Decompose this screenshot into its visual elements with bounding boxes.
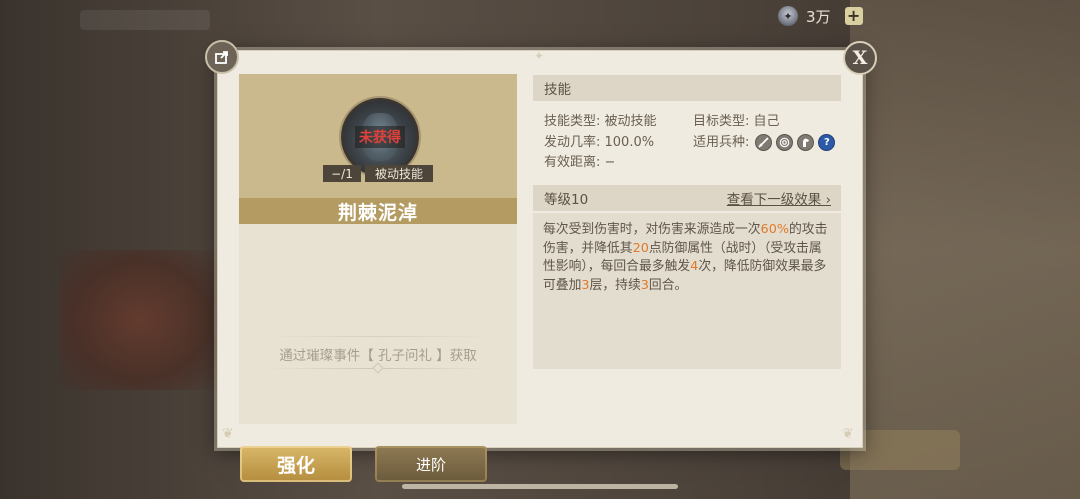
share-icon <box>215 51 228 64</box>
skill-card-header: 未获得 −/1 被动技能 <box>239 74 517 198</box>
sword-icon[interactable] <box>755 134 773 152</box>
divider <box>267 336 489 337</box>
trigger-rate: 发动几率: 100.0% <box>544 134 655 150</box>
strengthen-button[interactable]: 强化 <box>240 446 352 482</box>
description-text: 每次受到伤害时，对伤害来源造成一次 <box>543 222 761 237</box>
advance-button[interactable]: 进阶 <box>375 446 487 482</box>
effective-range: 有效距离: − <box>544 155 616 170</box>
home-indicator[interactable] <box>402 484 678 489</box>
target-type: 目标类型: 自己 <box>693 114 780 129</box>
background-title <box>80 10 210 30</box>
diamond-ornament-icon <box>372 362 384 374</box>
highlight-value: 20 <box>632 240 649 256</box>
next-level-link[interactable]: 查看下一级效果 › <box>727 188 831 208</box>
info-row: 有效距离: − <box>544 153 844 174</box>
horse-icon[interactable] <box>797 134 815 152</box>
description-text: 层，持续 <box>589 277 641 293</box>
corner-ornament-icon: ❦ <box>222 426 234 442</box>
skill-section-header: 技能 <box>533 75 841 101</box>
description-text: 回合。 <box>648 277 688 293</box>
highlight-value: 60% <box>760 222 789 237</box>
corner-ornament-icon: ❦ <box>842 426 854 442</box>
skill-type: 技能类型: 被动技能 <box>544 114 657 129</box>
skill-card: 未获得 −/1 被动技能 荆棘泥淖 通过璀璨事件【 孔子问礼 】获取 <box>239 74 517 424</box>
info-row: 技能类型: 被动技能 目标类型: 自己 <box>544 112 844 133</box>
close-button[interactable]: X <box>843 41 877 75</box>
info-row: 发动几率: 100.0% 适用兵种: ? <box>544 133 844 154</box>
unit-icons: ? <box>755 134 836 152</box>
coin-icon: ✦ <box>778 6 798 26</box>
skill-description: 每次受到伤害时，对伤害来源造成一次60%的攻击伤害，并降低其20点防御属性（战时… <box>543 221 833 295</box>
ornament-icon: ✦ <box>534 49 545 63</box>
level-section-header: 等级10 查看下一级效果 › <box>533 185 841 211</box>
currency-value: 3万 <box>806 7 831 26</box>
skill-description-box: 每次受到伤害时，对伤害来源造成一次60%的攻击伤害，并降低其20点防御属性（战时… <box>533 213 841 369</box>
highlight-value: 3 <box>581 277 590 293</box>
skill-info: 技能类型: 被动技能 目标类型: 自己 发动几率: 100.0% 适用兵种: ?… <box>544 112 844 174</box>
add-currency-button[interactable]: + <box>844 7 863 25</box>
skill-source[interactable]: 通过璀璨事件【 孔子问礼 】获取 <box>239 344 517 364</box>
background-art-left <box>60 250 220 390</box>
background-art-right <box>850 0 1080 499</box>
status-badge: 未获得 <box>355 126 405 148</box>
skill-name: 荆棘泥淖 <box>239 198 517 224</box>
skill-type-badge: 被动技能 <box>365 165 433 182</box>
applicable-units-label: 适用兵种: <box>693 134 750 150</box>
question-icon[interactable]: ? <box>818 134 836 152</box>
level-title: 等级10 <box>544 192 589 208</box>
skill-level-badge: −/1 <box>323 165 361 182</box>
bow-target-icon[interactable] <box>776 134 794 152</box>
applicable-units: 适用兵种: ? <box>693 133 836 154</box>
currency-display: ✦ 3万 + <box>778 6 863 26</box>
highlight-value: 3 <box>640 277 649 293</box>
share-button[interactable] <box>205 40 239 74</box>
